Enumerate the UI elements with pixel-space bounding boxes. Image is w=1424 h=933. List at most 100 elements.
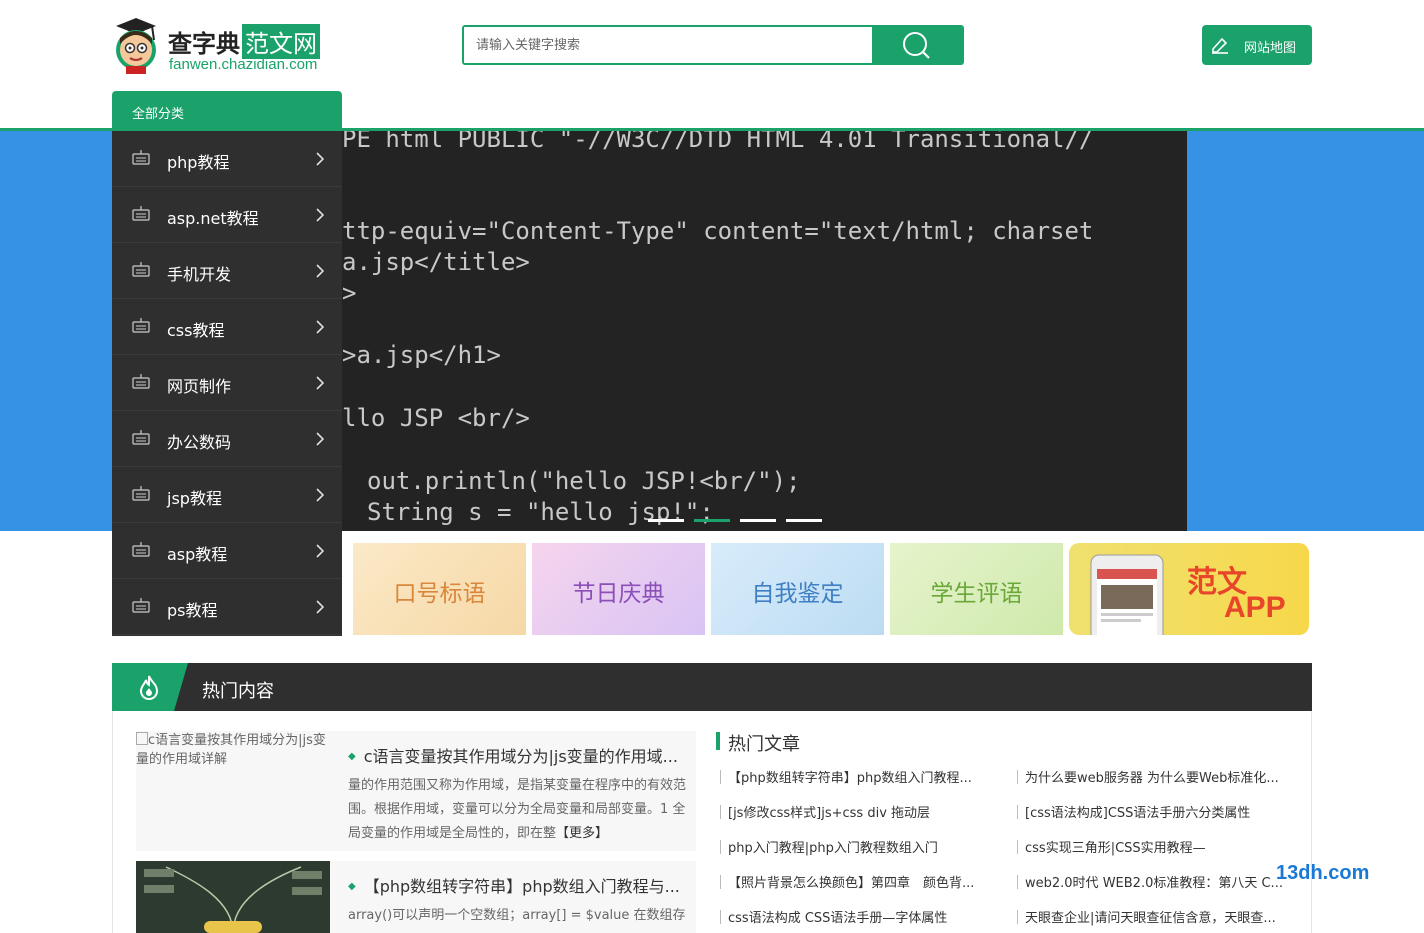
link-text: 为什么要web服务器 为什么要Web标准化... <box>1025 771 1279 786</box>
link-text: [css语法构成]CSS语法手册六分类属性 <box>1025 806 1251 821</box>
category-item-php[interactable]: php教程 <box>112 131 342 187</box>
chevron-right-icon <box>316 264 324 278</box>
category-label: ps教程 <box>167 601 218 620</box>
tile-label: 口号标语 <box>393 581 486 607</box>
slider-dot-active[interactable] <box>694 519 730 522</box>
category-item-webpage[interactable]: 网页制作 <box>112 355 342 411</box>
code-line: PE html PUBLIC "-//W3C//DTD HTML 4.01 Tr… <box>342 131 1094 153</box>
keyboard-icon <box>132 374 150 389</box>
category-menu: php教程 asp.net教程 手机开发 css教程 网页制作 办公数码 jsp… <box>112 131 342 636</box>
sitemap-button[interactable]: 网站地图 <box>1202 25 1312 65</box>
article-card[interactable]: ◆ 【php数组转字符串】php数组入门教程与... array()可以声明一个空… <box>136 861 696 933</box>
category-label: asp.net教程 <box>167 209 259 228</box>
popular-article-link[interactable]: web2.0时代 WEB2.0标准教程：第八天 C... <box>1017 872 1302 891</box>
category-label: php教程 <box>167 153 230 172</box>
logo-domain: fanwen.chazidian.com <box>169 56 318 73</box>
popular-articles-title: 热门文章 <box>728 734 800 755</box>
popular-article-link[interactable]: [css语法构成]CSS语法手册六分类属性 <box>1017 802 1302 821</box>
chevron-right-icon <box>316 208 324 222</box>
popular-article-link[interactable]: 【照片背景怎么换颜色】第四章 颜色背... <box>720 872 1005 891</box>
keyboard-icon <box>132 262 150 277</box>
category-item-jsp[interactable]: jsp教程 <box>112 467 342 523</box>
chevron-right-icon <box>316 544 324 558</box>
keyboard-icon <box>132 206 150 221</box>
link-text: [js修改css样式]js+css div 拖动层 <box>728 806 931 821</box>
article-summary-text: 量的作用范围又称为作用域，是指某变量在程序中的有效范围。根据作用域，变量可以分为… <box>348 778 687 841</box>
keyboard-icon <box>132 542 150 557</box>
all-categories-tab[interactable]: 全部分类 <box>112 91 342 131</box>
category-item-office[interactable]: 办公数码 <box>112 411 342 467</box>
search-button[interactable] <box>872 27 962 63</box>
article-title[interactable]: ◆ 【php数组转字符串】php数组入门教程与... <box>348 873 680 897</box>
banner-slide[interactable]: PE html PUBLIC "-//W3C//DTD HTML 4.01 Tr… <box>342 131 1187 531</box>
popular-article-link[interactable]: 天眼查企业|请问天眼查征信含意，天眼查... <box>1017 907 1302 926</box>
category-label: 手机开发 <box>167 265 232 284</box>
link-text: 天眼查企业|请问天眼查征信含意，天眼查... <box>1025 911 1276 926</box>
popular-article-link[interactable]: 【php数组转字符串】php数组入门教程... <box>720 767 1005 786</box>
keyboard-icon <box>132 430 150 445</box>
popular-article-link[interactable]: css实现三角形|CSS实用教程— <box>1017 837 1302 856</box>
fire-icon <box>139 675 159 700</box>
site-logo[interactable]: 查字典 范文网 fanwen.chazidian.com <box>112 14 342 78</box>
link-text: web2.0时代 WEB2.0标准教程：第八天 C... <box>1025 876 1283 891</box>
logo-title: 查字典 范文网 <box>168 24 320 59</box>
article-title-text: 【php数组转字符串】php数组入门教程与... <box>363 877 680 896</box>
keyboard-icon <box>132 486 150 501</box>
watermark: 13dh.com <box>1276 862 1370 884</box>
app-subtitle: APP <box>1224 591 1286 624</box>
popular-article-link[interactable]: [js修改css样式]js+css div 拖动层 <box>720 802 1005 821</box>
read-more-link[interactable]: 【更多】 <box>556 826 608 841</box>
article-summary: array()可以声明一个空数组；array[] = $value 在数组存 <box>348 908 686 923</box>
link-text: css语法构成 CSS语法手册—字体属性 <box>728 911 948 926</box>
article-thumbnail[interactable]: c语言变量按其作用域分为|js变量的作用域详解 <box>136 731 330 851</box>
hot-header-slant <box>174 663 188 711</box>
article-summary: 量的作用范围又称为作用域，是指某变量在程序中的有效范围。根据作用域，变量可以分为… <box>348 774 688 846</box>
tile-label: 学生评语 <box>930 581 1023 607</box>
tile-festivals[interactable]: 节日庆典 <box>532 543 705 635</box>
keyboard-icon <box>132 150 150 165</box>
article-title-text: c语言变量按其作用域分为|js变量的作用域... <box>363 747 678 766</box>
logo-highlight: 范文网 <box>242 24 320 59</box>
app-download-tile[interactable]: 范文 APP <box>1069 543 1309 635</box>
slider-dot[interactable] <box>786 519 822 522</box>
article-title[interactable]: ◆ c语言变量按其作用域分为|js变量的作用域... <box>348 743 678 767</box>
chevron-right-icon <box>316 432 324 446</box>
sitemap-label: 网站地图 <box>1244 41 1297 56</box>
category-item-aspnet[interactable]: asp.net教程 <box>112 187 342 243</box>
popular-article-link[interactable]: 为什么要web服务器 为什么要Web标准化... <box>1017 767 1302 786</box>
mascot-avatar-icon <box>116 18 156 74</box>
chevron-right-icon <box>316 152 324 166</box>
search-box <box>462 25 964 65</box>
category-label: 网页制作 <box>167 377 232 396</box>
code-line: > <box>342 279 357 307</box>
category-item-mobile[interactable]: 手机开发 <box>112 243 342 299</box>
category-item-ps[interactable]: ps教程 <box>112 579 342 635</box>
search-icon <box>903 32 930 59</box>
phone-icon <box>1090 554 1164 635</box>
category-label: jsp教程 <box>167 489 222 508</box>
code-line: >a.jsp</h1> <box>342 341 501 369</box>
link-text: 【php数组转字符串】php数组入门教程... <box>728 771 972 786</box>
hot-section-header: 热门内容 <box>112 663 1312 711</box>
tile-self-assessment[interactable]: 自我鉴定 <box>711 543 884 635</box>
category-label: 办公数码 <box>167 433 232 452</box>
slider-dot[interactable] <box>740 519 776 522</box>
tile-label: 自我鉴定 <box>751 581 844 607</box>
chevron-right-icon <box>316 600 324 614</box>
logo-title-text: 查字典 <box>168 30 240 58</box>
header-accent-bar <box>716 732 720 750</box>
code-line: ttp-equiv="Content-Type" content="text/h… <box>342 217 1094 245</box>
category-item-css[interactable]: css教程 <box>112 299 342 355</box>
tile-student-comments[interactable]: 学生评语 <box>890 543 1063 635</box>
code-line: a.jsp</title> <box>342 248 530 276</box>
popular-article-link[interactable]: css语法构成 CSS语法手册—字体属性 <box>720 907 1005 926</box>
tile-slogans[interactable]: 口号标语 <box>353 543 526 635</box>
article-card[interactable]: c语言变量按其作用域分为|js变量的作用域详解 ◆ c语言变量按其作用域分为|js… <box>136 731 696 851</box>
article-thumbnail[interactable] <box>136 861 330 933</box>
slider-dot[interactable] <box>648 519 684 522</box>
category-item-asp[interactable]: asp教程 <box>112 523 342 579</box>
popular-article-link[interactable]: php入门教程|php入门教程数组入门 <box>720 837 1005 856</box>
search-input[interactable] <box>464 27 898 63</box>
category-label: css教程 <box>167 321 225 340</box>
link-text: css实现三角形|CSS实用教程— <box>1025 841 1206 856</box>
